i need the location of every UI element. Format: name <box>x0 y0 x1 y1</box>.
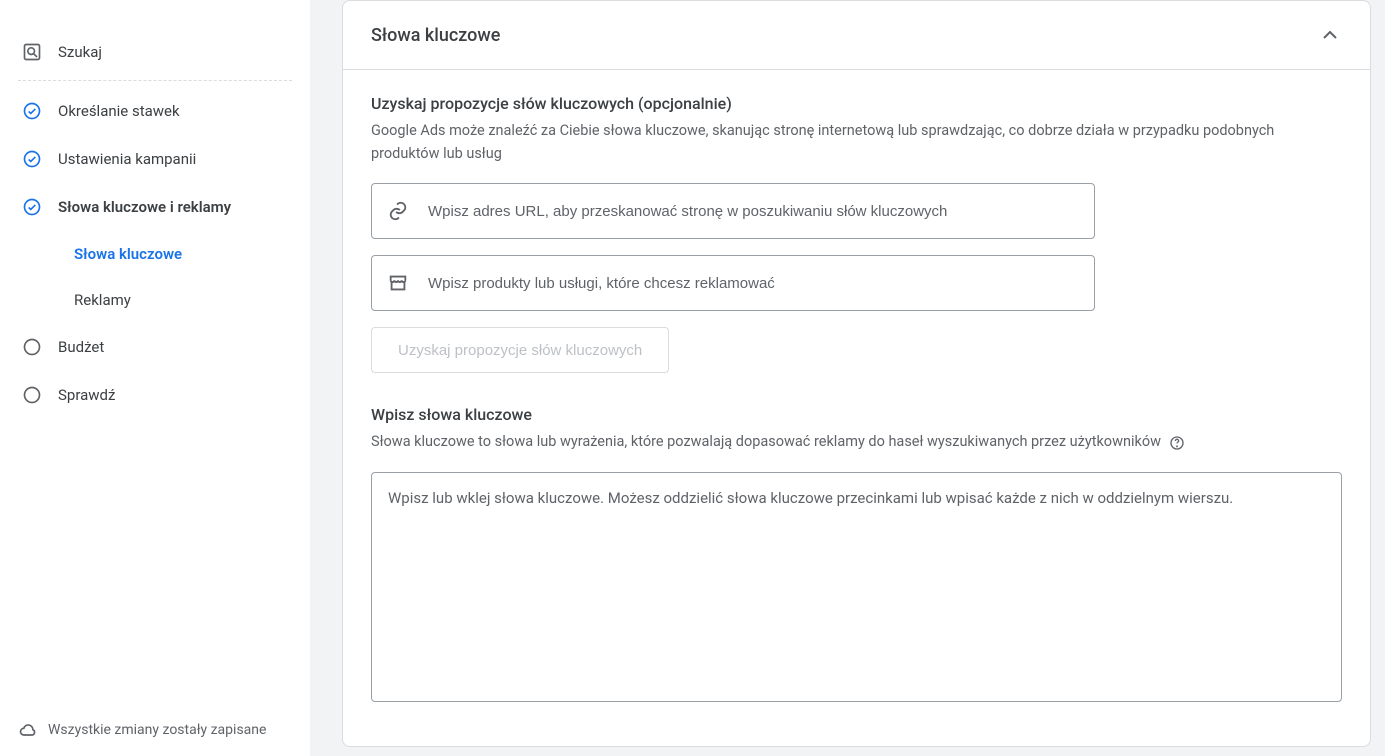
sidebar-subitem-label: Słowa kluczowe <box>74 245 182 263</box>
card-title: Słowa kluczowe <box>371 25 500 46</box>
sidebar-item-review[interactable]: Sprawdź <box>0 371 310 419</box>
sidebar-item-bidding[interactable]: Określanie stawek <box>0 87 310 135</box>
sidebar-item-label: Słowa kluczowe i reklamy <box>58 198 310 216</box>
sidebar-search-label: Szukaj <box>58 43 310 61</box>
sidebar-footer: Wszystkie zmiany zostały zapisane <box>0 703 310 756</box>
enter-keywords-section: Wpisz słowa kluczowe Słowa kluczowe to s… <box>371 405 1342 705</box>
enter-kw-desc: Słowa kluczowe to słowa lub wyrażenia, k… <box>371 430 1291 453</box>
sidebar-subnav: Słowa kluczowe Reklamy <box>0 231 310 323</box>
sidebar-item-label: Budżet <box>58 338 310 356</box>
sidebar-item-campaign[interactable]: Ustawienia kampanii <box>0 135 310 183</box>
enter-kw-desc-text: Słowa kluczowe to słowa lub wyrażenia, k… <box>371 433 1161 450</box>
sidebar-divider <box>18 80 292 81</box>
sidebar-search[interactable]: Szukaj <box>0 28 310 76</box>
radio-empty-icon <box>22 337 42 357</box>
card-body: Uzyskaj propozycje słów kluczowych (opcj… <box>343 70 1370 746</box>
card-header[interactable]: Słowa kluczowe <box>343 1 1370 70</box>
main: Słowa kluczowe Uzyskaj propozycje słów k… <box>310 0 1385 756</box>
sidebar-item-label: Określanie stawek <box>58 102 310 120</box>
storefront-icon <box>386 271 410 295</box>
app-root: Szukaj Określanie stawek Ustawienia kamp <box>0 0 1385 756</box>
suggest-desc: Google Ads może znaleźć za Ciebie słowa … <box>371 119 1291 165</box>
enter-kw-title: Wpisz słowa kluczowe <box>371 405 1342 424</box>
check-circle-icon <box>22 101 42 121</box>
check-circle-icon <box>22 149 42 169</box>
help-icon[interactable] <box>1169 435 1185 451</box>
get-suggestions-button[interactable]: Uzyskaj propozycje słów kluczowych <box>371 327 669 373</box>
suggest-title: Uzyskaj propozycje słów kluczowych (opcj… <box>371 94 1342 113</box>
link-icon <box>386 199 410 223</box>
products-input-wrapper[interactable] <box>371 255 1095 311</box>
radio-empty-icon <box>22 385 42 405</box>
sidebar-item-label: Ustawienia kampanii <box>58 150 310 168</box>
sidebar-item-budget[interactable]: Budżet <box>0 323 310 371</box>
sidebar-subitem-ads[interactable]: Reklamy <box>58 277 310 323</box>
keywords-textarea[interactable] <box>371 472 1342 702</box>
url-input-wrapper[interactable] <box>371 183 1095 239</box>
url-input[interactable] <box>428 203 1080 220</box>
suggest-section: Uzyskaj propozycje słów kluczowych (opcj… <box>371 94 1342 405</box>
sidebar-footer-label: Wszystkie zmiany zostały zapisane <box>48 722 266 738</box>
keywords-card: Słowa kluczowe Uzyskaj propozycje słów k… <box>342 0 1371 747</box>
sidebar-item-label: Sprawdź <box>58 386 310 404</box>
check-circle-icon <box>22 197 42 217</box>
sidebar-item-keywords[interactable]: Słowa kluczowe i reklamy <box>0 183 310 231</box>
search-icon <box>22 42 42 62</box>
get-suggestions-button-label: Uzyskaj propozycje słów kluczowych <box>398 342 642 359</box>
sidebar-subitem-keywords[interactable]: Słowa kluczowe <box>58 231 310 277</box>
sidebar-subitem-label: Reklamy <box>74 291 131 309</box>
products-input[interactable] <box>428 275 1080 292</box>
sidebar-inner: Szukaj Określanie stawek Ustawienia kamp <box>0 0 310 703</box>
cloud-icon <box>18 720 38 740</box>
sidebar: Szukaj Określanie stawek Ustawienia kamp <box>0 0 310 756</box>
chevron-up-icon <box>1318 23 1342 47</box>
